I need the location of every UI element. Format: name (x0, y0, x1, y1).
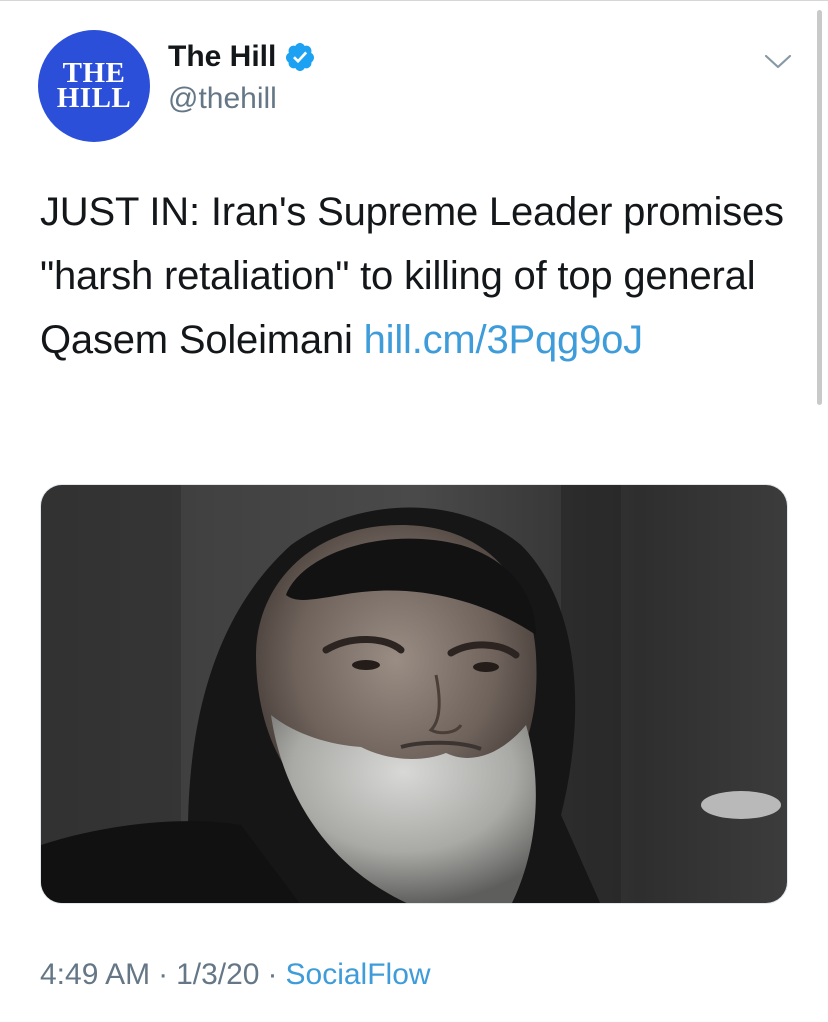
tweet-source-link[interactable]: SocialFlow (286, 958, 431, 991)
meta-separator: · (158, 958, 169, 991)
chevron-down-icon[interactable] (762, 50, 794, 74)
author-handle[interactable]: @thehill (168, 81, 277, 117)
meta-separator: · (267, 958, 278, 991)
tweet-time[interactable]: 4:49 AM (40, 958, 150, 991)
verified-badge-icon (284, 41, 316, 73)
avatar-logo-line-2: HILL (56, 82, 132, 114)
author-name-row[interactable]: The Hill (168, 39, 316, 75)
tweet-link[interactable]: hill.cm/3Pqg9oJ (364, 318, 644, 362)
tweet-meta: 4:49 AM · 1/3/20 · SocialFlow (40, 955, 431, 995)
display-name: The Hill (168, 40, 277, 73)
tweet-photo[interactable] (40, 484, 788, 904)
avatar[interactable]: THE HILL (38, 30, 150, 142)
portrait-photo-icon (41, 485, 787, 903)
tweet-text: JUST IN: Iran's Supreme Leader promises … (40, 180, 800, 372)
tweet: THE HILL The Hill @thehill JUST IN: Iran… (0, 0, 828, 1022)
tweet-date[interactable]: 1/3/20 (176, 958, 259, 991)
